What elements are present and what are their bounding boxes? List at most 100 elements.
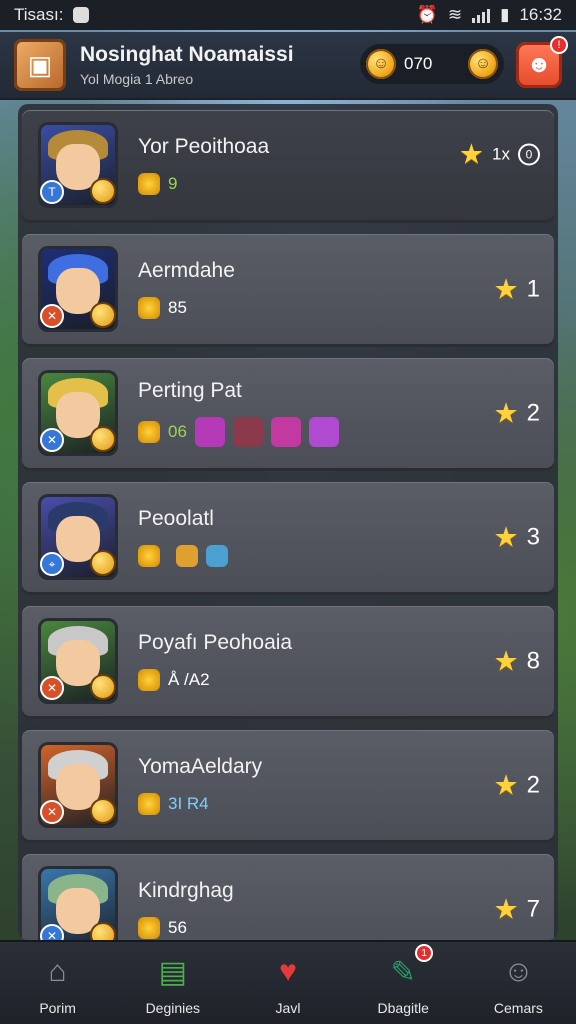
stat-icon	[138, 421, 160, 443]
carrier-label: Tisası:	[14, 5, 64, 24]
level-badge-icon	[90, 550, 116, 576]
star-icon: ★	[493, 521, 519, 553]
edit-icon: ✎ 1	[381, 944, 434, 994]
star-icon: ★	[493, 645, 519, 677]
stat-icon	[138, 917, 160, 939]
notification-badge: !	[550, 36, 568, 54]
stat-icon	[138, 297, 160, 319]
item-icon	[194, 417, 225, 447]
player-avatar: ✕	[38, 742, 118, 828]
player-row[interactable]: ✕ Aermdahe 85 ★ 1	[22, 234, 554, 344]
class-badge-icon: T	[40, 180, 64, 204]
smiley-icon: ☻	[526, 51, 552, 78]
item-icon	[232, 417, 263, 447]
player-avatar: ✕	[38, 246, 118, 332]
rank-value: 1x	[492, 144, 510, 163]
player-row[interactable]: ✕ Kindrghag 56 ★ 7	[22, 854, 554, 940]
level-badge-icon	[90, 798, 116, 824]
star-icon: ★	[458, 138, 485, 170]
player-row[interactable]: T Yor Peoithoaa 9 ★ 1x 0	[22, 110, 554, 220]
player-meta: 56	[138, 917, 554, 939]
page-title: Nosinghat Noamaissi	[80, 43, 294, 66]
player-avatar: T	[38, 122, 118, 208]
notification-icon	[73, 7, 90, 23]
player-row[interactable]: ✕ YomaAeldary 3I R4 ★ 2	[22, 730, 554, 840]
rank-value: 2	[526, 399, 540, 426]
player-meta: Å /A2	[138, 669, 554, 691]
nav-item-clipboard[interactable]: ▤ Deginies	[115, 942, 230, 1024]
player-avatar: ✕	[38, 370, 118, 456]
player-rank: ★ 1x 0	[459, 138, 540, 171]
item-icon	[176, 545, 198, 567]
nav-label: Deginies	[145, 1000, 201, 1016]
player-rank: ★ 2	[494, 769, 540, 802]
stat-value: 85	[168, 298, 187, 317]
player-rank: ★ 1	[494, 273, 540, 306]
player-meta: 9	[138, 173, 554, 195]
stat-value: 3I R4	[168, 794, 209, 813]
status-bar: Tisası: ⏰ ≋ ▮ 16:32	[0, 0, 576, 30]
star-icon: ★	[493, 893, 519, 925]
clock-time: 16:32	[519, 5, 562, 24]
rank-value: 1	[526, 275, 540, 302]
nav-item-edit[interactable]: ✎ 1 Dbagitle	[346, 942, 461, 1024]
leaderboard-list[interactable]: T Yor Peoithoaa 9 ★ 1x 0 ✕ Aermdahe 85 ★ 1 ✕ Perting…	[18, 104, 558, 940]
player-name: Aermdahe	[138, 259, 235, 282]
level-badge-icon	[90, 178, 116, 204]
coin-icon: ☺	[366, 49, 396, 79]
class-badge-icon: ✕	[40, 676, 64, 700]
currency-display[interactable]: ☺ 070 ☺	[360, 44, 504, 84]
stat-value: 06	[168, 422, 187, 441]
item-icon	[270, 417, 301, 447]
level-badge-icon	[90, 922, 116, 940]
stat-value: 56	[168, 918, 187, 937]
add-coin-icon[interactable]: ☺	[468, 49, 498, 79]
profile-button[interactable]: ☻ !	[516, 36, 568, 88]
player-rank: ★ 8	[494, 645, 540, 678]
nav-label: Dbagitle	[377, 1000, 429, 1016]
stat-icon	[138, 669, 160, 691]
class-badge-icon: ⌖	[40, 552, 64, 576]
player-meta: 3I R4	[138, 793, 554, 815]
rank-value: 3	[526, 523, 540, 550]
player-avatar: ✕	[38, 866, 118, 940]
battery-icon: ▮	[500, 5, 510, 24]
rank-value: 7	[526, 895, 540, 922]
bottom-nav: ⌂ Porim ▤ Deginies ♥ Javl ✎ 1 Dbagitle ☺ Cemars	[0, 940, 576, 1024]
player-name: Kindrghag	[138, 879, 234, 902]
signal-icon	[472, 7, 491, 23]
nav-label: Porim	[39, 1000, 76, 1016]
player-name: YomaAeldary	[138, 755, 263, 778]
rank-extra: 0	[518, 143, 540, 165]
app-logo-icon[interactable]: ▣	[14, 39, 66, 91]
alarm-icon: ⏰	[416, 5, 438, 24]
item-icon	[308, 417, 339, 447]
player-rank: ★ 7	[494, 893, 540, 926]
player-rank: ★ 2	[494, 397, 540, 430]
stat-value: Å /A2	[168, 670, 210, 689]
nav-item-home[interactable]: ⌂ Porim	[0, 942, 115, 1024]
player-row[interactable]: ✕ Poyafı Peohoaia Å /A2 ★ 8	[22, 606, 554, 716]
player-row[interactable]: ✕ Perting Pat 06 ★ 2	[22, 358, 554, 468]
nav-item-heart[interactable]: ♥ Javl	[230, 942, 345, 1024]
item-icon	[206, 545, 228, 567]
player-avatar: ⌖	[38, 494, 118, 580]
level-badge-icon	[90, 302, 116, 328]
nav-label: Javl	[275, 1000, 301, 1016]
star-icon: ★	[493, 769, 519, 801]
chat-icon: ☺	[503, 955, 534, 988]
stat-icon	[138, 545, 160, 567]
star-icon: ★	[493, 397, 519, 429]
nav-item-chat[interactable]: ☺ Cemars	[461, 942, 576, 1024]
player-name: Perting Pat	[138, 379, 242, 402]
player-row[interactable]: ⌖ Peoolatl ★ 3	[22, 482, 554, 592]
wifi-icon: ≋	[447, 5, 463, 24]
stat-icon	[138, 173, 160, 195]
class-badge-icon: ✕	[40, 800, 64, 824]
stat-icon	[138, 793, 160, 815]
page-subtitle: Yol Mogia 1 Abreo	[80, 71, 194, 87]
level-badge-icon	[90, 426, 116, 452]
rank-value: 2	[526, 771, 540, 798]
star-icon: ★	[493, 273, 519, 305]
stat-value: 9	[168, 174, 178, 193]
